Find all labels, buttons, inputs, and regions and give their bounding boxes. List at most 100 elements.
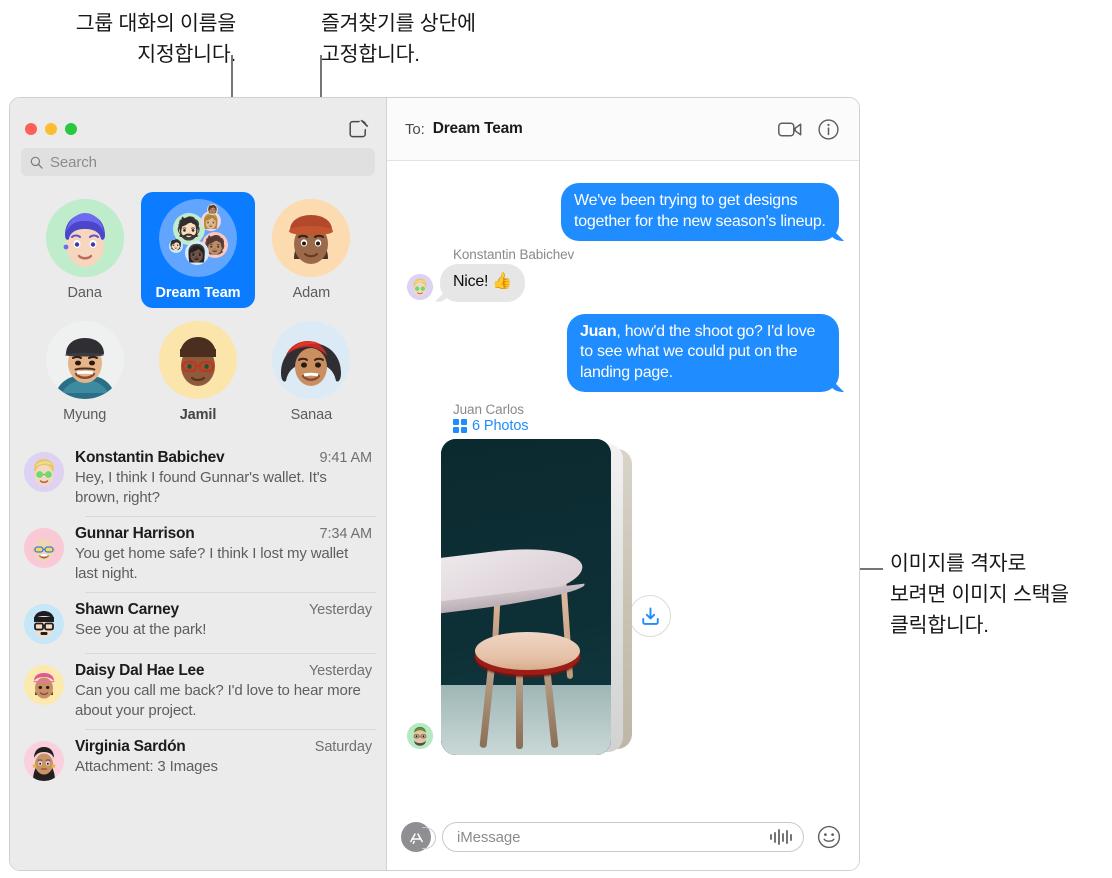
conversation-list: Konstantin Babichev 9:41 AM Hey, I think… [10,440,386,870]
avatar [158,321,237,399]
conversation-time: 9:41 AM [319,450,373,466]
pinned-item-dana[interactable]: Dana [28,192,141,308]
conversation-body: Virginia Sardón Saturday Attachment: 3 I… [75,738,372,781]
avatar [45,321,124,399]
conversation-name: Gunnar Harrison [75,525,195,542]
mention-name: Juan [580,322,617,340]
conversation-preview: Attachment: 3 Images [75,758,218,775]
conversation-row[interactable]: Shawn Carney Yesterday See you at the pa… [10,592,386,653]
avatar [24,741,64,781]
composer-bar: iMessage [387,804,859,870]
search-icon [30,156,43,169]
zoom-button[interactable] [65,123,77,135]
photo-count-link[interactable]: 6 Photos [453,418,839,434]
message-bubble[interactable]: Juan, how'd the shoot go? I'd love to se… [567,313,839,392]
grid-icon [453,419,467,433]
message-thread: We've been trying to get designs togethe… [387,161,859,804]
conversation-time: Yesterday [308,663,372,679]
message-row-outgoing: We've been trying to get designs togethe… [407,183,839,241]
message-bubble[interactable]: We've been trying to get designs togethe… [561,183,839,241]
conversation-body: Daisy Dal Hae Lee Yesterday Can you call… [75,662,372,720]
pinned-item-label: Adam [292,285,331,301]
avatar-cluster: 🧔🏻 👩🏼 🧑🏽 👩🏿 🧑🏻 🧑🏽 [158,199,237,277]
search-container: Search [10,148,386,176]
sidebar: Search Dana 🧔🏻 👩🏼 🧑🏽 👩🏿 🧑🏻 🧑🏽 Dream Team… [10,98,387,870]
conversation-body: Shawn Carney Yesterday See you at the pa… [75,601,372,644]
avatar [407,723,433,749]
pinned-item-label: Sanaa [290,407,333,423]
pinned-item-label: Myung [63,407,107,423]
avatar [407,273,433,300]
conversation-row[interactable]: Daisy Dal Hae Lee Yesterday Can you call… [10,653,386,729]
image-stack[interactable] [441,439,632,755]
conversation-name: Shawn Carney [75,601,179,618]
attachment-header: Juan Carlos 6 Photos [453,402,839,434]
message-row-incoming: Nice! 👍 [407,264,839,302]
titlebar [10,98,386,148]
download-icon [641,607,659,625]
compose-icon[interactable] [345,115,373,143]
search-placeholder: Search [50,153,97,171]
pinned-item-label: Dana [67,285,102,301]
message-sender-label: Konstantin Babichev [453,247,575,262]
conversation-preview: See you at the park! [75,621,207,638]
conversation-row[interactable]: Konstantin Babichev 9:41 AM Hey, I think… [10,440,386,516]
cluster-face-6: 🧑🏽 [206,204,218,215]
conversation-body: Konstantin Babichev 9:41 AM Hey, I think… [75,449,372,507]
conversation-preview: Hey, I think I found Gunnar's wallet. It… [75,469,327,506]
pinned-favorites: Dana 🧔🏻 👩🏼 🧑🏽 👩🏿 🧑🏻 🧑🏽 Dream Team Adam M… [10,176,386,440]
photo-count-label: 6 Photos [472,418,529,434]
annotation-pin-favorites: 즐겨찾기를 상단에 고정합니다. [321,12,476,66]
conversation-name: Daisy Dal Hae Lee [75,662,205,679]
conversation-row[interactable]: Gunnar Harrison 7:34 AM You get home saf… [10,516,386,592]
messages-window: Search Dana 🧔🏻 👩🏼 🧑🏽 👩🏿 🧑🏻 🧑🏽 Dream Team… [9,97,860,871]
stack-photo-front[interactable] [441,439,611,755]
message-bubble[interactable]: Nice! 👍 [440,264,526,302]
info-circle-icon[interactable] [813,114,843,144]
pinned-item-jamil[interactable]: Jamil [141,314,254,430]
conversation-header: To: Dream Team [387,98,859,161]
traffic-lights [25,123,77,135]
message-row-outgoing: Juan, how'd the shoot go? I'd love to se… [407,313,839,392]
conversation-row[interactable]: Virginia Sardón Saturday Attachment: 3 I… [10,729,386,790]
pinned-item-dream-team[interactable]: 🧔🏻 👩🏼 🧑🏽 👩🏿 🧑🏻 🧑🏽 Dream Team [141,192,255,308]
conversation-preview: Can you call me back? I'd love to hear m… [75,682,361,719]
conversation-body: Gunnar Harrison 7:34 AM You get home saf… [75,525,372,583]
message-text: , how'd the shoot go? I'd love to see wh… [580,322,816,381]
pinned-item-adam[interactable]: Adam [255,192,368,308]
download-button[interactable] [629,595,671,637]
avatar [272,199,351,277]
avatar [24,528,64,568]
message-input[interactable]: iMessage [442,822,804,852]
cluster-face-4: 👩🏿 [184,241,209,265]
conversation-name: Konstantin Babichev [75,449,225,466]
avatar [24,604,64,644]
annotation-image-stack: 이미지를 격자로 보려면 이미지 스택을 클릭합니다. [890,552,1069,637]
conversation-name: Virginia Sardón [75,738,186,755]
app-store-icon[interactable] [401,822,436,852]
conversation-time: Saturday [314,739,372,755]
to-label: To: [405,120,425,138]
avatar [24,452,64,492]
pinned-item-sanaa[interactable]: Sanaa [255,314,368,430]
video-camera-icon[interactable] [775,114,805,144]
cluster-face-5: 🧑🏻 [168,239,183,253]
conversation-time: Yesterday [308,602,372,618]
close-button[interactable] [25,123,37,135]
attachment-stack-row [407,439,839,755]
attachment-sender: Juan Carlos [453,402,524,417]
recipient-name[interactable]: Dream Team [433,120,523,138]
avatar [24,665,64,705]
audio-waveform-icon[interactable] [770,829,792,845]
search-input[interactable]: Search [21,148,375,176]
minimize-button[interactable] [45,123,57,135]
conversation-time: 7:34 AM [319,526,373,542]
group-avatar: 🧔🏻 👩🏼 🧑🏽 👩🏿 🧑🏻 🧑🏽 [158,199,237,277]
conversation-pane: To: Dream Team We've been trying to get … [387,98,859,870]
pinned-item-label: Jamil [179,407,217,423]
avatar [272,321,351,399]
pinned-item-myung[interactable]: Myung [28,314,141,430]
photo-content [441,439,611,755]
pinned-item-label: Dream Team [155,285,241,301]
smiley-icon[interactable] [815,823,843,851]
